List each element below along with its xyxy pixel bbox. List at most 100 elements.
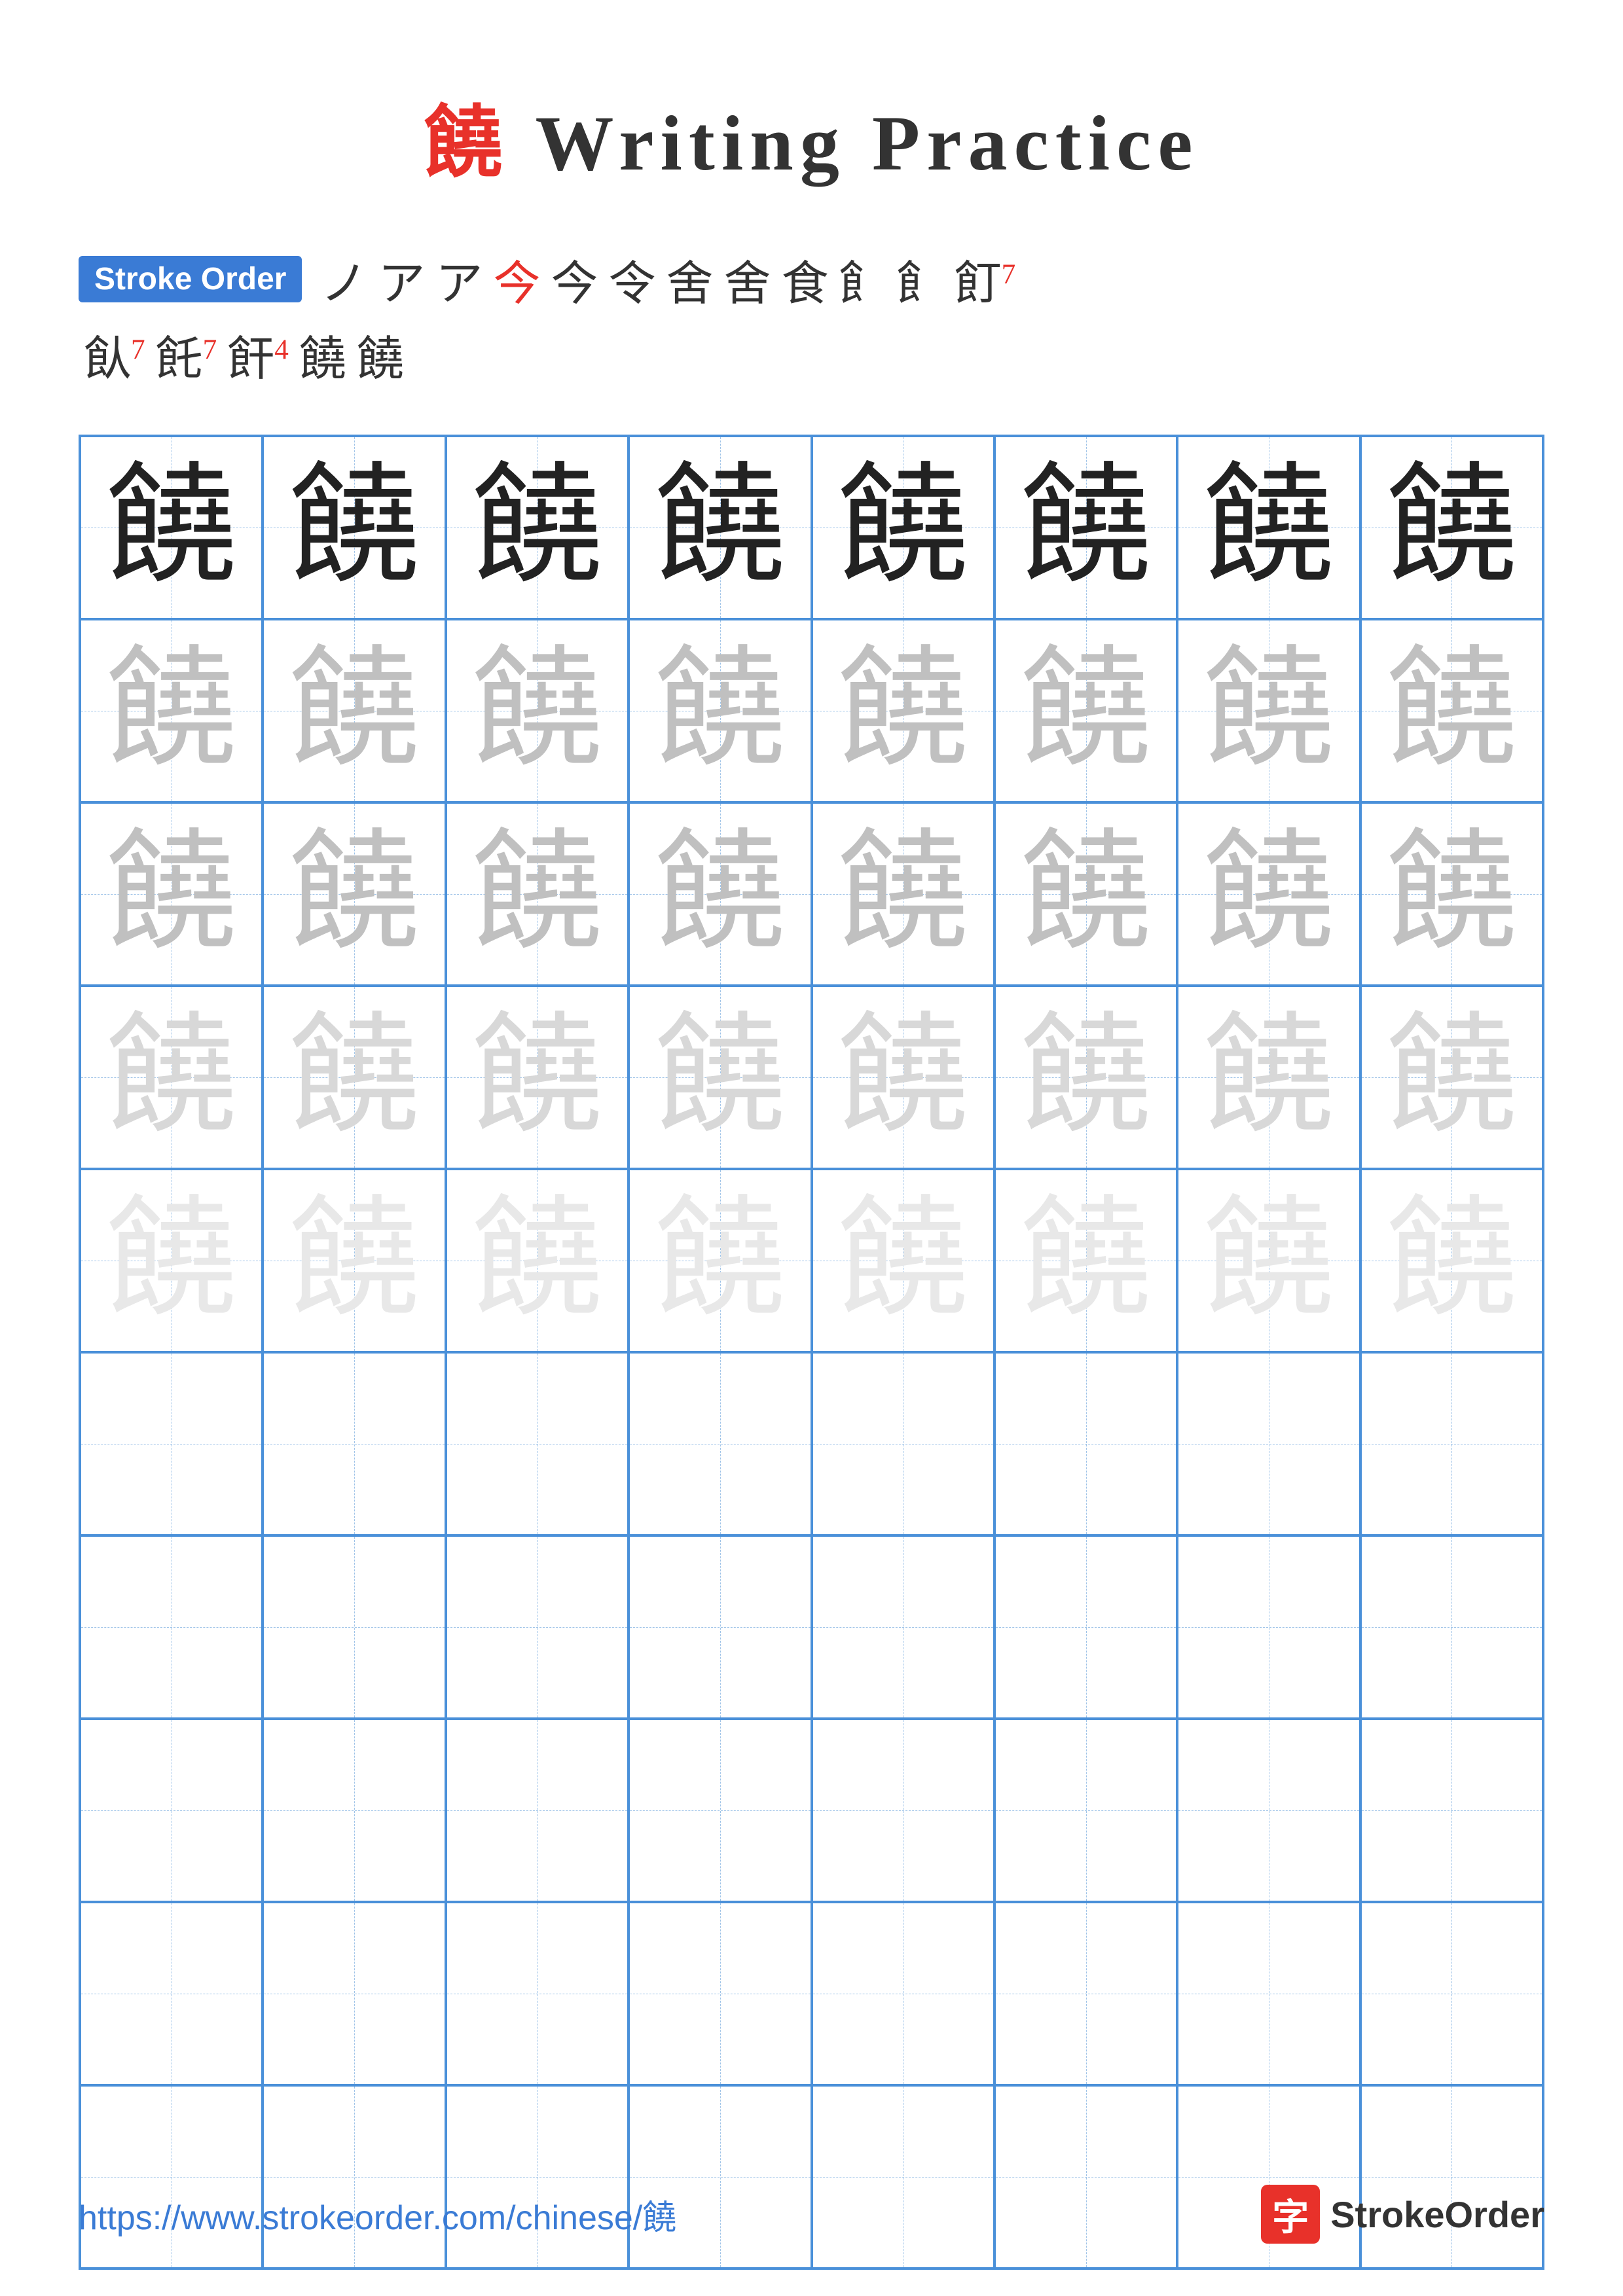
footer-url[interactable]: https://www.strokeorder.com/chinese/饒 <box>79 2190 676 2239</box>
logo-char: 字 <box>1272 2188 1309 2241</box>
stroke-8: 舍 <box>724 245 771 314</box>
grid-cell <box>446 1535 629 1719</box>
stroke-7: 舍 <box>666 245 714 314</box>
practice-char: 饒 <box>1021 1012 1152 1143</box>
grid-cell <box>812 1902 994 2085</box>
grid-row <box>80 1902 1543 2085</box>
grid-cell <box>994 1719 1177 1902</box>
grid-cell: 饒 <box>1177 1169 1360 1352</box>
stroke-2: ア <box>378 245 425 314</box>
stroke-1: ノ <box>320 245 367 314</box>
stroke-15: 飦4 <box>227 320 289 389</box>
grid-row: 饒饒饒饒饒饒饒饒 <box>80 986 1543 1169</box>
grid-cell: 饒 <box>629 619 811 802</box>
stroke-11: 飠 <box>897 245 944 314</box>
practice-char: 饒 <box>1386 645 1517 776</box>
practice-char: 饒 <box>106 1195 237 1326</box>
practice-char: 饒 <box>1203 645 1334 776</box>
grid-cell: 饒 <box>994 619 1177 802</box>
stroke-order-row-1: Stroke Order ノ ア ア 今 今 令 舍 舍 食 飠 飠 飣7 <box>79 245 1544 314</box>
grid-cell <box>263 1535 445 1719</box>
grid-cell: 饒 <box>1360 1169 1543 1352</box>
stroke-order-badge: Stroke Order <box>79 256 302 302</box>
practice-char: 饒 <box>655 645 786 776</box>
practice-char: 饒 <box>655 829 786 960</box>
grid-cell <box>629 1352 811 1535</box>
stroke-12: 飣7 <box>955 245 1016 314</box>
grid-cell: 饒 <box>80 619 263 802</box>
stroke-3: ア <box>435 245 483 314</box>
grid-row <box>80 1352 1543 1535</box>
grid-row: 饒饒饒饒饒饒饒饒 <box>80 1169 1543 1352</box>
grid-cell <box>812 1719 994 1902</box>
grid-cell <box>994 1902 1177 2085</box>
practice-char: 饒 <box>837 1195 968 1326</box>
grid-cell <box>263 1352 445 1535</box>
grid-cell <box>80 1352 263 1535</box>
practice-char: 饒 <box>837 645 968 776</box>
grid-cell: 饒 <box>994 986 1177 1169</box>
grid-cell: 饒 <box>1360 802 1543 986</box>
grid-cell: 饒 <box>446 1169 629 1352</box>
grid-cell <box>1360 1535 1543 1719</box>
stroke-14: 飥7 <box>156 320 217 389</box>
grid-cell: 饒 <box>80 436 263 619</box>
footer: https://www.strokeorder.com/chinese/饒 字 … <box>79 2185 1544 2244</box>
grid-cell: 饒 <box>812 619 994 802</box>
stroke-order-row-2: 飤7 飥7 飦4 饒 饒 <box>79 320 1544 389</box>
grid-cell: 饒 <box>1360 986 1543 1169</box>
grid-cell <box>1360 1352 1543 1535</box>
title-text: Writing Practice <box>535 99 1199 187</box>
practice-char: 饒 <box>655 1012 786 1143</box>
grid-cell: 饒 <box>446 619 629 802</box>
grid-cell: 饒 <box>1177 619 1360 802</box>
logo-icon: 字 <box>1261 2185 1320 2244</box>
grid-cell <box>263 1902 445 2085</box>
practice-char: 饒 <box>1203 829 1334 960</box>
practice-char: 饒 <box>289 462 420 593</box>
grid-cell <box>994 1535 1177 1719</box>
grid-cell: 饒 <box>812 436 994 619</box>
practice-char: 饒 <box>1203 1012 1334 1143</box>
practice-char: 饒 <box>106 462 237 593</box>
grid-row: 饒饒饒饒饒饒饒饒 <box>80 619 1543 802</box>
practice-char: 饒 <box>1021 462 1152 593</box>
title-char: 饒 <box>424 99 509 187</box>
grid-cell <box>446 1719 629 1902</box>
grid-row <box>80 1719 1543 1902</box>
grid-cell <box>446 1902 629 2085</box>
grid-cell: 饒 <box>263 619 445 802</box>
page: 饒 Writing Practice Stroke Order ノ ア ア 今 … <box>0 0 1623 2296</box>
practice-char: 饒 <box>289 829 420 960</box>
grid-cell: 饒 <box>629 1169 811 1352</box>
grid-cell: 饒 <box>263 802 445 986</box>
stroke-13: 飤7 <box>84 320 145 389</box>
grid-cell: 饒 <box>812 802 994 986</box>
grid-cell <box>629 1535 811 1719</box>
practice-char: 饒 <box>106 1012 237 1143</box>
practice-char: 饒 <box>1021 645 1152 776</box>
grid-cell <box>629 1719 811 1902</box>
grid-cell <box>812 1535 994 1719</box>
practice-char: 饒 <box>655 1195 786 1326</box>
practice-char: 饒 <box>471 1195 602 1326</box>
grid-cell: 饒 <box>446 436 629 619</box>
stroke-6: 令 <box>609 245 656 314</box>
grid-cell <box>80 1719 263 1902</box>
grid-cell: 饒 <box>446 986 629 1169</box>
practice-char: 饒 <box>106 645 237 776</box>
practice-char: 饒 <box>289 1195 420 1326</box>
grid-cell: 饒 <box>263 436 445 619</box>
practice-char: 饒 <box>837 1012 968 1143</box>
practice-char: 饒 <box>1386 1012 1517 1143</box>
grid-cell: 饒 <box>629 802 811 986</box>
grid-cell: 饒 <box>994 802 1177 986</box>
practice-char: 饒 <box>471 1012 602 1143</box>
grid-cell: 饒 <box>80 802 263 986</box>
grid-cell: 饒 <box>1177 436 1360 619</box>
stroke-order-section: Stroke Order ノ ア ア 今 今 令 舍 舍 食 飠 飠 飣7 飤7… <box>79 245 1544 395</box>
practice-grid: 饒饒饒饒饒饒饒饒饒饒饒饒饒饒饒饒饒饒饒饒饒饒饒饒饒饒饒饒饒饒饒饒饒饒饒饒饒饒饒饒 <box>79 435 1544 2270</box>
grid-cell <box>1177 1352 1360 1535</box>
grid-cell <box>80 1535 263 1719</box>
grid-cell <box>1177 1719 1360 1902</box>
